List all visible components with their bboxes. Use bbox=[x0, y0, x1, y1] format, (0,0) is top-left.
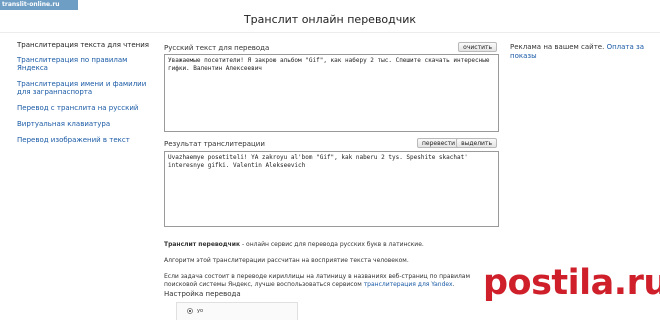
translator-panel: Русский текст для перевода очистить Уваж… bbox=[164, 41, 499, 227]
postila-watermark: postila.ru bbox=[483, 263, 660, 303]
output-header: Результат транслитерации перевести выдел… bbox=[164, 137, 499, 150]
settings-title: Настройка перевода bbox=[164, 290, 241, 298]
ads-block: Реклама на вашем сайте. Оплата за показы bbox=[510, 43, 650, 61]
output-label: Результат транслитерации bbox=[164, 140, 265, 148]
site-logo[interactable]: translit-online.ru bbox=[0, 0, 78, 10]
page-title: Транслит онлайн переводчик bbox=[243, 13, 417, 26]
yo-radio-label: yo bbox=[197, 308, 204, 314]
transliteration-output[interactable]: Uvazhaemye posetiteli! YA zakroyu al'bom… bbox=[164, 151, 499, 227]
description-para-3: Если задача состоит в переводе кириллицы… bbox=[164, 273, 499, 289]
sidebar-link-virtual-keyboard[interactable]: Виртуальная клавиатура bbox=[17, 120, 157, 128]
sidebar-link-passport-translit[interactable]: Транслитерация имени и фамилии для загра… bbox=[17, 80, 157, 96]
yandex-translit-link[interactable]: транслитерация для Yandex bbox=[364, 281, 453, 288]
translate-button[interactable]: перевести bbox=[416, 138, 460, 148]
sidebar-heading[interactable]: Транслитерация текста для чтения bbox=[17, 41, 157, 49]
sidebar-link-reverse-translit[interactable]: Перевод с транслита на русский bbox=[17, 104, 157, 112]
settings-box: yo bbox=[176, 302, 298, 320]
service-description: Транслит переводчик - онлайн сервис для … bbox=[164, 241, 499, 297]
description-para-2: Алгоритм этой транслитерации рассчитан н… bbox=[164, 257, 409, 264]
yo-radio[interactable] bbox=[187, 308, 193, 314]
service-tagline: - онлайн сервис для перевода русских бук… bbox=[240, 241, 424, 248]
russian-text-input[interactable]: Уважаемые посетители! Я закрою альбом "G… bbox=[164, 54, 499, 132]
ads-text: Реклама на вашем сайте. bbox=[510, 43, 607, 51]
input-label: Русский текст для перевода bbox=[164, 44, 270, 52]
sidebar-link-yandex-translit[interactable]: Транслитерация по правилам Яндекса bbox=[17, 56, 157, 72]
select-button[interactable]: выделить bbox=[456, 138, 497, 148]
yandex-tip-end: . bbox=[452, 281, 455, 288]
description-para-1: Транслит переводчик - онлайн сервис для … bbox=[164, 241, 499, 249]
service-name: Транслит переводчик bbox=[164, 241, 241, 248]
header-divider bbox=[0, 32, 660, 33]
sidebar: Транслитерация текста для чтения Трансли… bbox=[17, 41, 157, 152]
input-header: Русский текст для перевода очистить bbox=[164, 41, 499, 54]
clear-button[interactable]: очистить bbox=[458, 42, 497, 52]
sidebar-link-image-to-text[interactable]: Перевод изображений в текст bbox=[17, 136, 157, 144]
